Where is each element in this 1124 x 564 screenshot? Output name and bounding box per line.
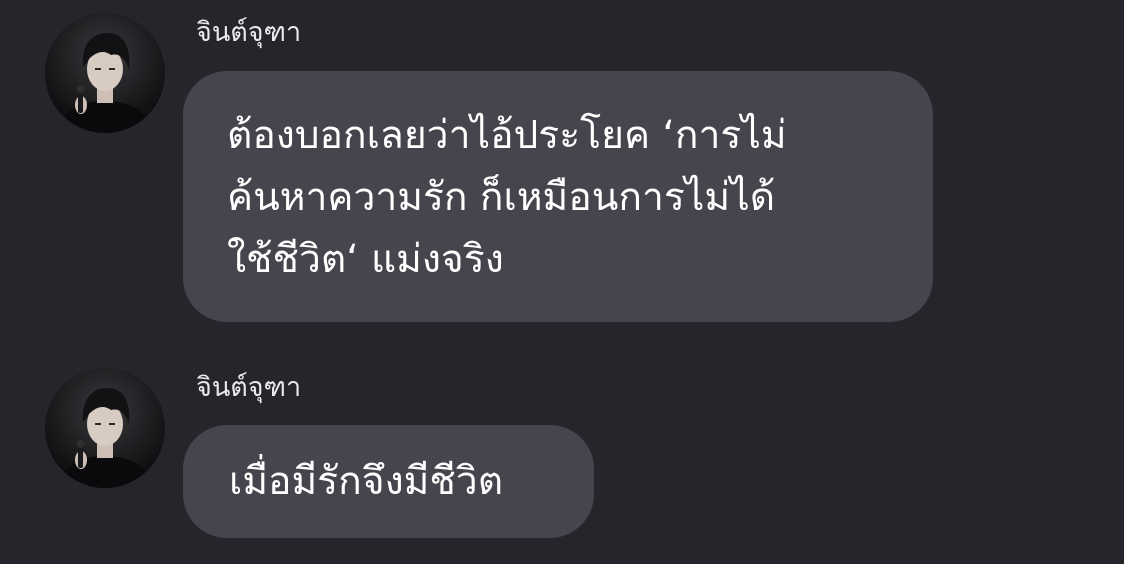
avatar[interactable] [45, 368, 165, 488]
avatar-image [45, 13, 165, 133]
avatar-image [45, 368, 165, 488]
chat-thread: จินต์จุฑา ต้องบอกเลยว่าไอ้ประโยค ‘การไม่… [0, 0, 1124, 564]
message-group: จินต์จุฑา ต้องบอกเลยว่าไอ้ประโยค ‘การไม่… [0, 0, 1124, 340]
message-bubble[interactable]: ต้องบอกเลยว่าไอ้ประโยค ‘การไม่ ค้นหาความ… [183, 71, 933, 322]
sender-name: จินต์จุฑา [196, 17, 302, 48]
message-bubble[interactable]: เมื่อมีรักจึงมีชีวิต [183, 425, 594, 538]
sender-name: จินต์จุฑา [196, 372, 302, 403]
message-text-line: ใช้ชีวิต‘ แม่งจริง [227, 237, 504, 282]
avatar[interactable] [45, 13, 165, 133]
message-text-line: ค้นหาความรัก ก็เหมือนการไม่ได้ [227, 175, 776, 220]
message-text-line: เมื่อมีรักจึงมีชีวิต [229, 459, 504, 504]
message-group: จินต์จุฑา เมื่อมีรักจึงมีชีวิต [0, 355, 1124, 555]
message-text-line: ต้องบอกเลยว่าไอ้ประโยค ‘การไม่ [227, 113, 787, 158]
